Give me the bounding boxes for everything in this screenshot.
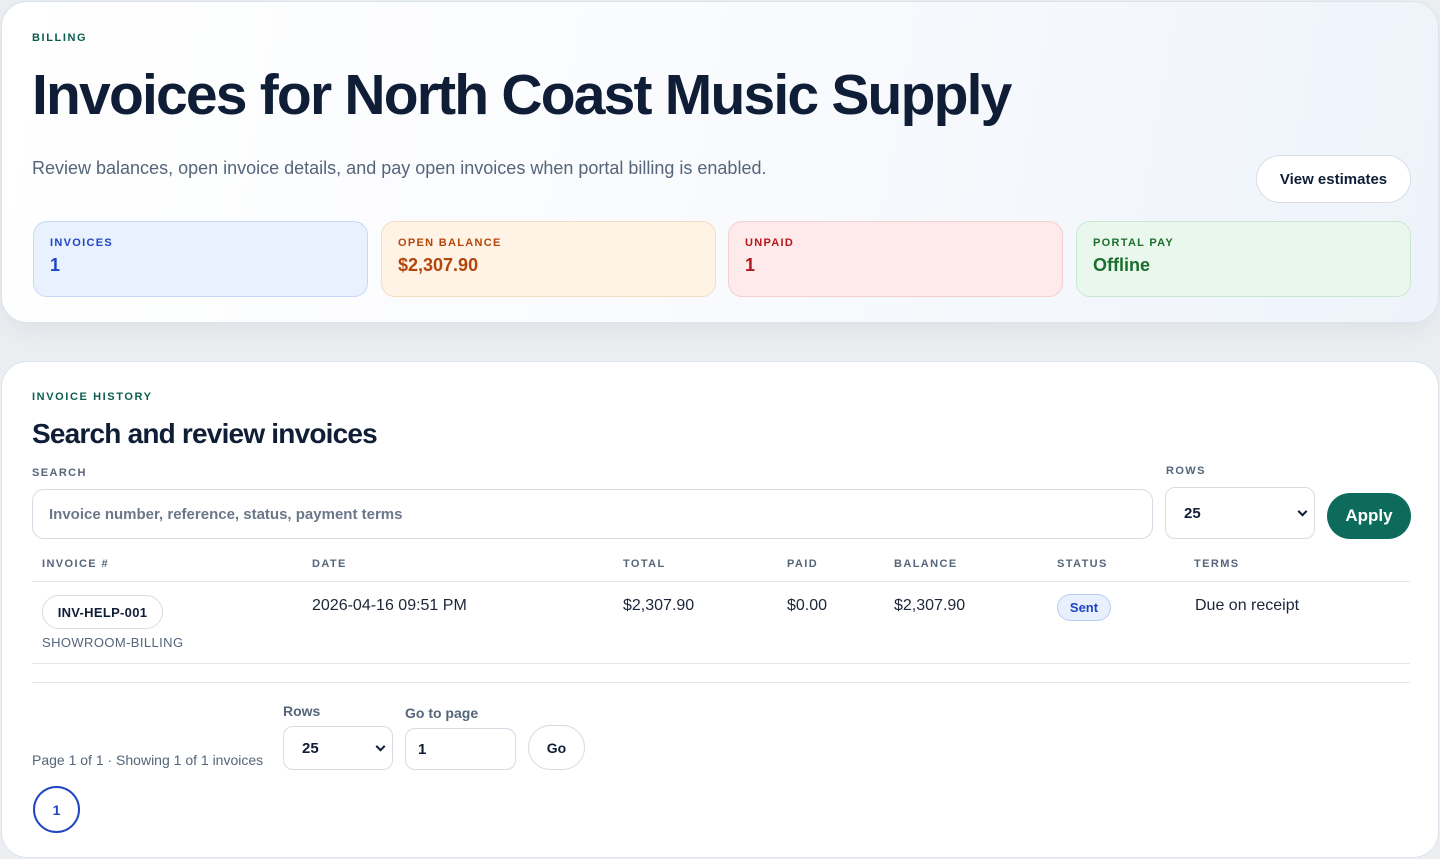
section-title: Search and review invoices	[32, 418, 378, 449]
stat-value: Offline	[1093, 255, 1150, 275]
apply-button[interactable]: Apply	[1327, 493, 1411, 539]
invoice-balance: $2,307.90	[894, 597, 966, 614]
column-header-terms: TERMS	[1194, 558, 1240, 570]
page-subtitle: Review balances, open invoice details, a…	[32, 158, 767, 178]
invoice-date: 2026-04-16 09:51 PM	[312, 597, 467, 614]
stat-label: PORTAL PAY	[1093, 237, 1175, 249]
invoice-terms: Due on receipt	[1195, 597, 1300, 614]
search-input[interactable]	[32, 489, 1153, 539]
goto-page-input[interactable]	[405, 728, 516, 770]
table-row-divider	[32, 663, 1410, 664]
invoice-paid: $0.00	[787, 597, 828, 614]
stat-card-portal-pay: PORTAL PAY Offline	[1076, 221, 1411, 297]
status-badge: Sent	[1057, 594, 1111, 621]
column-header-total: TOTAL	[623, 558, 666, 570]
page-1-button[interactable]: 1	[33, 786, 80, 833]
stat-label: INVOICES	[50, 237, 113, 249]
stat-card-open-balance: OPEN BALANCE $2,307.90	[381, 221, 716, 297]
stat-label: OPEN BALANCE	[398, 237, 502, 249]
invoice-number-link[interactable]: INV-HELP-001	[42, 595, 163, 629]
stat-label: UNPAID	[745, 237, 795, 249]
go-button[interactable]: Go	[528, 725, 585, 770]
rows-select-value: 25	[1184, 504, 1201, 522]
invoice-total: $2,307.90	[623, 597, 695, 614]
rows-select[interactable]: 25	[1165, 487, 1315, 539]
column-header-date: DATE	[312, 558, 347, 570]
pagination-divider	[32, 682, 1410, 683]
invoice-history-card: INVOICE HISTORY Search and review invoic…	[1, 361, 1439, 858]
view-estimates-button[interactable]: View estimates	[1256, 155, 1411, 203]
chevron-down-icon	[1297, 506, 1308, 517]
search-label: SEARCH	[32, 467, 87, 479]
goto-page-label: Go to page	[405, 705, 479, 721]
column-header-invoice: INVOICE #	[42, 558, 110, 570]
stat-card-invoices: INVOICES 1	[33, 221, 368, 297]
pagination-rows-select[interactable]: 25	[283, 726, 393, 770]
billing-eyebrow: BILLING	[32, 32, 88, 44]
pagination-summary: Page 1 of 1 · Showing 1 of 1 invoices	[32, 752, 264, 768]
pagination-rows-label: Rows	[283, 703, 321, 719]
history-eyebrow: INVOICE HISTORY	[32, 391, 153, 403]
stat-value: 1	[745, 255, 756, 275]
pagination-rows-value: 25	[302, 739, 319, 757]
page-title: Invoices for North Coast Music Supply	[32, 63, 1012, 127]
column-header-paid: PAID	[787, 558, 819, 570]
stat-value: 1	[50, 255, 61, 275]
column-header-status: STATUS	[1057, 558, 1108, 570]
column-header-balance: BALANCE	[894, 558, 958, 570]
stat-value: $2,307.90	[398, 255, 479, 275]
chevron-down-icon	[375, 741, 386, 752]
table-header-divider	[32, 581, 1410, 582]
stat-card-unpaid: UNPAID 1	[728, 221, 1063, 297]
billing-header-card: BILLING Invoices for North Coast Music S…	[1, 1, 1439, 323]
invoice-reference: SHOWROOM-BILLING	[42, 635, 184, 650]
rows-label: ROWS	[1166, 465, 1206, 477]
